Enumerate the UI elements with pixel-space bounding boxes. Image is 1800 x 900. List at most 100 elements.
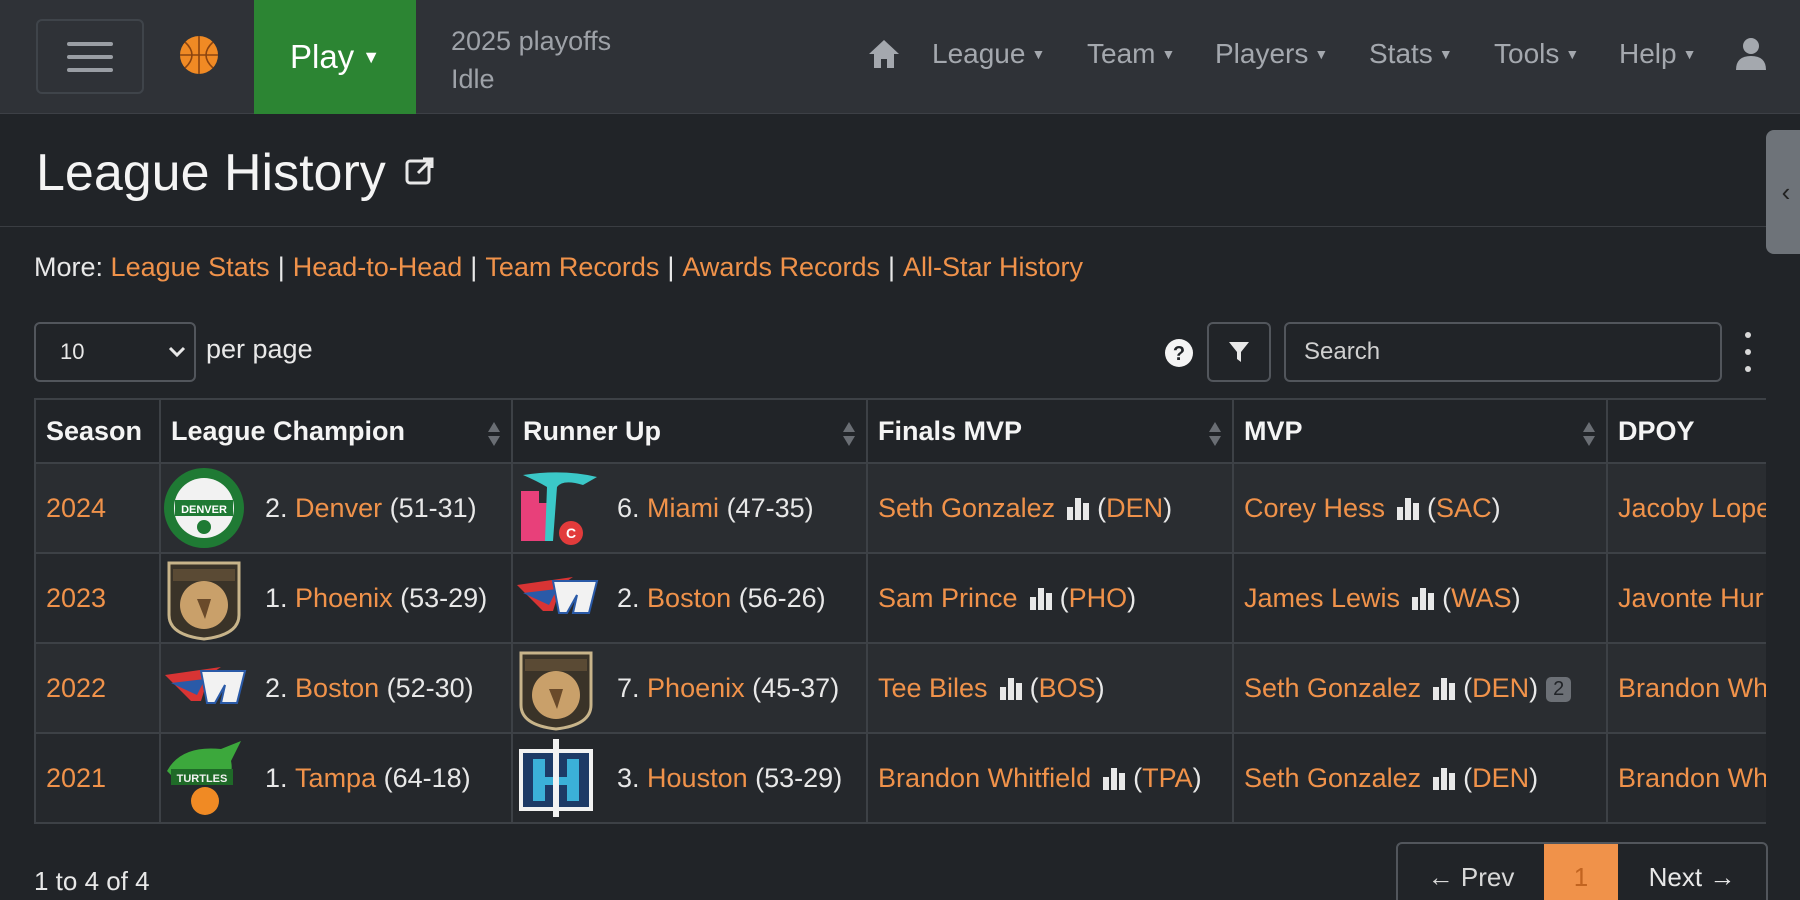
mvp-link[interactable]: James Lewis (1244, 583, 1400, 613)
finals-mvp-link[interactable]: Brandon Whitfield (878, 763, 1091, 793)
dpoy-link[interactable]: Jacoby Lope (1618, 493, 1766, 523)
nav-menu-players[interactable]: Players ▼ (1215, 38, 1328, 70)
finals-mvp-team-link[interactable]: TPA (1142, 763, 1193, 793)
column-header-runner-up[interactable]: Runner Up (511, 398, 868, 464)
bar-chart-icon[interactable] (1395, 495, 1421, 521)
phoenix-team-logo-icon[interactable] (161, 555, 247, 641)
dpoy-link[interactable]: Brandon Wh (1618, 673, 1766, 703)
column-header-league-champion[interactable]: League Champion (159, 398, 513, 464)
separator: | (888, 252, 896, 282)
link-awards-records[interactable]: Awards Records (682, 252, 880, 282)
runner-up-team-link[interactable]: Phoenix (647, 673, 745, 704)
column-header-dpoy[interactable]: DPOY (1606, 398, 1766, 464)
link-league-stats[interactable]: League Stats (111, 252, 270, 282)
mvp-team-link[interactable]: DEN (1472, 673, 1529, 703)
nav-menu-league[interactable]: League ▼ (932, 38, 1045, 70)
champion-team-link[interactable]: Phoenix (295, 583, 393, 614)
champion-team-link[interactable]: Tampa (295, 763, 376, 794)
column-header-mvp[interactable]: MVP (1232, 398, 1608, 464)
nav-menu-stats-label: Stats (1369, 38, 1433, 69)
season-link[interactable]: 2021 (46, 763, 106, 793)
link-head-to-head[interactable]: Head-to-Head (293, 252, 463, 282)
nav-menu-tools[interactable]: Tools ▼ (1494, 38, 1579, 70)
mvp-link[interactable]: Corey Hess (1244, 493, 1385, 523)
bar-chart-icon[interactable] (1410, 585, 1436, 611)
tampa-team-logo-icon[interactable]: TURTLES (161, 735, 247, 821)
hamburger-menu-button[interactable] (36, 19, 144, 94)
bar-chart-icon[interactable] (998, 675, 1024, 701)
home-icon[interactable] (866, 36, 902, 72)
separator: | (470, 252, 478, 282)
runner-up-team-link[interactable]: Miami (647, 493, 719, 524)
runner-up-seed: 6. (617, 492, 640, 523)
search-input[interactable] (1284, 322, 1722, 382)
user-icon[interactable] (1734, 36, 1768, 72)
season-link[interactable]: 2023 (46, 583, 106, 613)
runner-up-seed: 3. (617, 762, 640, 793)
phoenix-team-logo-icon[interactable] (513, 645, 599, 731)
mvp-link[interactable]: Seth Gonzalez (1244, 763, 1421, 793)
bar-chart-icon[interactable] (1028, 585, 1054, 611)
sort-icon (843, 422, 855, 446)
column-header-finals-mvp[interactable]: Finals MVP (866, 398, 1234, 464)
link-all-star-history[interactable]: All-Star History (903, 252, 1083, 282)
champion-team-link[interactable]: Denver (295, 493, 382, 524)
houston-team-logo-icon[interactable] (513, 735, 599, 821)
dpoy-link[interactable]: Javonte Hur (1618, 583, 1764, 613)
link-team-records[interactable]: Team Records (485, 252, 659, 282)
filter-button[interactable] (1207, 322, 1271, 382)
finals-mvp-link[interactable]: Tee Biles (878, 673, 988, 703)
more-links-bar: More: League Stats | Head-to-Head | Team Rec… (34, 252, 1083, 283)
season-link[interactable]: 2022 (46, 673, 106, 703)
prev-page-button[interactable]: ← Prev (1398, 844, 1544, 900)
help-icon[interactable]: ? (1164, 338, 1194, 368)
finals-mvp-team-link[interactable]: PHO (1069, 583, 1128, 613)
current-page-button[interactable]: 1 (1544, 844, 1618, 900)
top-navbar: Play ▼ 2025 playoffs Idle League ▼ Team ▼ … (0, 0, 1800, 114)
denver-team-logo-icon[interactable]: DENVER (161, 465, 247, 551)
bar-chart-icon[interactable] (1101, 765, 1127, 791)
bar-chart-icon[interactable] (1431, 675, 1457, 701)
finals-mvp-link[interactable]: Sam Prince (878, 583, 1018, 613)
external-link-icon[interactable] (404, 155, 436, 187)
mvp-team-link[interactable]: DEN (1472, 763, 1529, 793)
next-page-button[interactable]: Next → (1618, 844, 1766, 900)
per-page-select[interactable]: 10 (34, 322, 196, 382)
caret-down-icon: ▼ (362, 46, 381, 67)
bar-chart-icon[interactable] (1431, 765, 1457, 791)
boston-team-logo-icon[interactable] (513, 555, 599, 641)
sidebar-toggle-tab[interactable]: ‹ (1766, 130, 1800, 254)
hamburger-bar (67, 54, 113, 59)
nav-menu-help[interactable]: Help ▼ (1619, 38, 1696, 70)
finals-mvp-team-link[interactable]: DEN (1106, 493, 1163, 523)
dpoy-link[interactable]: Brandon Wh (1618, 763, 1766, 793)
bar-chart-icon[interactable] (1065, 495, 1091, 521)
separator: | (667, 252, 675, 282)
column-header-season[interactable]: Season (34, 398, 161, 464)
basketball-logo-icon[interactable] (178, 34, 220, 76)
mvp-team-link[interactable]: SAC (1436, 493, 1492, 523)
runner-up-team-link[interactable]: Houston (647, 763, 748, 794)
caret-down-icon: ▼ (1031, 46, 1046, 62)
finals-mvp-team-link[interactable]: BOS (1039, 673, 1096, 703)
hamburger-bar (67, 67, 113, 72)
caret-down-icon: ▼ (1438, 46, 1453, 62)
play-label: Play (289, 38, 355, 75)
per-page-label: per page (206, 334, 313, 364)
season-link[interactable]: 2024 (46, 493, 106, 523)
runner-up-team-link[interactable]: Boston (647, 583, 731, 614)
filter-icon (1229, 342, 1249, 362)
play-button[interactable]: Play ▼ (254, 0, 416, 114)
boston-team-logo-icon[interactable] (161, 645, 247, 731)
table-row: 2022 2. Boston (52-30) 7. Phoenix (45-37… (34, 642, 1766, 734)
more-options-icon[interactable] (1742, 332, 1754, 372)
mvp-link[interactable]: Seth Gonzalez (1244, 673, 1421, 703)
nav-menu-stats[interactable]: Stats ▼ (1369, 38, 1453, 70)
hamburger-bar (67, 41, 113, 46)
champion-seed: 2. (265, 492, 288, 523)
miami-team-logo-icon[interactable]: C (513, 465, 599, 551)
nav-menu-team[interactable]: Team ▼ (1087, 38, 1175, 70)
finals-mvp-link[interactable]: Seth Gonzalez (878, 493, 1055, 523)
mvp-team-link[interactable]: WAS (1451, 583, 1512, 613)
champion-team-link[interactable]: Boston (295, 673, 379, 704)
